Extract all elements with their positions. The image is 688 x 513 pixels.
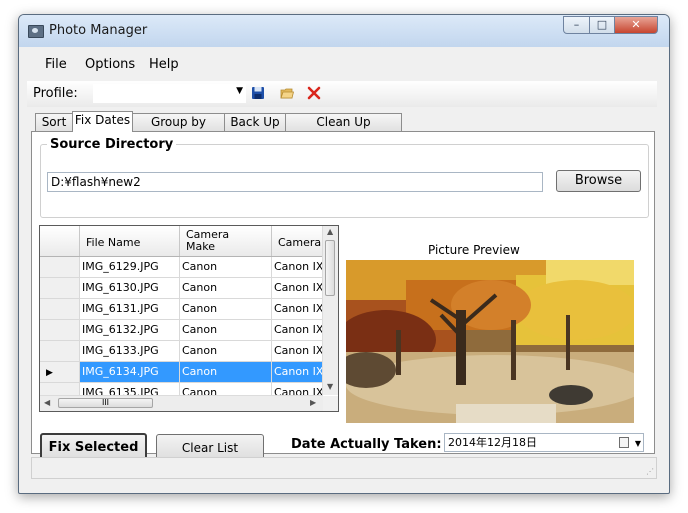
delete-icon[interactable]: [307, 86, 321, 100]
column-label: File Name: [86, 236, 141, 249]
cell-camera-make[interactable]: Canon: [180, 299, 272, 319]
horizontal-scrollbar[interactable]: ◀ III ▶: [40, 395, 323, 411]
tab-back-up[interactable]: Back Up: [224, 113, 286, 131]
profile-label: Profile:: [33, 86, 78, 101]
vertical-scroll-thumb[interactable]: [325, 240, 335, 296]
menu-help[interactable]: Help: [149, 57, 179, 72]
date-taken-label: Date Actually Taken:: [291, 437, 442, 452]
cell-camera-make[interactable]: Canon: [180, 362, 272, 382]
current-row-arrow-icon: ▶: [46, 368, 53, 378]
table-row[interactable]: IMG_6132.JPG Canon Canon IX: [40, 320, 323, 341]
scroll-down-icon[interactable]: ▼: [327, 382, 333, 391]
scroll-right-icon[interactable]: ▶: [310, 398, 316, 407]
source-directory-group: Source Directory D:¥flash¥new2 Browse: [40, 137, 649, 218]
row-header[interactable]: [40, 299, 80, 319]
app-window: Photo Manager – □ ✕ File Options Help Pr…: [18, 14, 670, 494]
row-header[interactable]: [40, 320, 80, 340]
tab-fix-dates[interactable]: Fix Dates: [72, 111, 133, 132]
cell-camera-model[interactable]: Canon IX: [272, 362, 323, 382]
grid-header: File Name Camera Make Camera: [40, 226, 323, 257]
source-path-input[interactable]: D:¥flash¥new2: [47, 172, 543, 192]
picture-preview-image: [346, 260, 634, 423]
column-label: Camera: [278, 236, 322, 249]
app-camera-icon: [28, 25, 44, 38]
scroll-left-icon[interactable]: ◀: [44, 398, 50, 407]
scroll-corner: [323, 396, 338, 411]
cell-file-name[interactable]: IMG_6134.JPG: [80, 362, 180, 382]
browse-button[interactable]: Browse: [556, 170, 641, 192]
column-label: Camera Make: [186, 228, 230, 253]
cell-camera-make[interactable]: Canon: [180, 341, 272, 361]
cell-camera-model[interactable]: Canon IX: [272, 341, 323, 361]
date-taken-value: 2014年12月18日: [448, 436, 537, 449]
source-directory-title: Source Directory: [47, 137, 177, 152]
resize-grip-icon[interactable]: ⋰: [646, 467, 654, 476]
column-file-name[interactable]: File Name: [80, 226, 180, 256]
table-row[interactable]: ▶ IMG_6134.JPG Canon Canon IX: [40, 362, 323, 383]
column-camera-model[interactable]: Camera: [272, 226, 323, 256]
cell-file-name[interactable]: IMG_6130.JPG: [80, 278, 180, 298]
open-folder-icon[interactable]: [280, 86, 294, 100]
cell-file-name[interactable]: IMG_6133.JPG: [80, 341, 180, 361]
save-icon[interactable]: [251, 86, 265, 100]
row-header[interactable]: [40, 278, 80, 298]
tab-group-by-event[interactable]: Group by Event: [132, 113, 225, 146]
table-row[interactable]: IMG_6130.JPG Canon Canon IX: [40, 278, 323, 299]
menu-options[interactable]: Options: [85, 57, 135, 72]
row-header[interactable]: ▶: [40, 362, 80, 382]
scroll-grip: III: [101, 398, 110, 407]
table-row[interactable]: IMG_6131.JPG Canon Canon IX: [40, 299, 323, 320]
title-bar[interactable]: Photo Manager – □ ✕: [19, 15, 669, 47]
cell-camera-model[interactable]: Canon IX: [272, 278, 323, 298]
horizontal-scroll-thumb[interactable]: III: [58, 398, 153, 408]
chevron-down-icon: ▼: [236, 86, 243, 96]
tab-sort[interactable]: Sort: [35, 113, 73, 131]
cell-file-name[interactable]: IMG_6129.JPG: [80, 257, 180, 277]
profile-dropdown[interactable]: ▼: [93, 84, 246, 103]
chevron-down-icon[interactable]: ▼: [635, 435, 641, 452]
toolbar: Profile: ▼: [27, 81, 657, 107]
scroll-up-icon[interactable]: ▲: [327, 227, 333, 236]
column-camera-make[interactable]: Camera Make: [180, 226, 272, 256]
calendar-icon[interactable]: [619, 437, 629, 448]
status-bar: ⋰: [31, 457, 657, 479]
menu-bar: File Options Help: [27, 53, 657, 77]
row-header[interactable]: [40, 257, 80, 277]
cell-file-name[interactable]: IMG_6131.JPG: [80, 299, 180, 319]
cell-camera-make[interactable]: Canon: [180, 278, 272, 298]
file-grid[interactable]: File Name Camera Make Camera IMG_6129.JP…: [39, 225, 339, 412]
minimize-button[interactable]: –: [563, 16, 590, 34]
close-button[interactable]: ✕: [614, 16, 658, 34]
tab-clean-up-duplicates[interactable]: Clean Up Duplicates: [285, 113, 402, 146]
vertical-scrollbar[interactable]: ▲ ▼: [322, 226, 338, 395]
cell-file-name[interactable]: IMG_6132.JPG: [80, 320, 180, 340]
row-header[interactable]: [40, 341, 80, 361]
picture-preview-label: Picture Preview: [428, 243, 520, 257]
fix-dates-panel: Source Directory D:¥flash¥new2 Browse Fi…: [31, 131, 655, 463]
cell-camera-model[interactable]: Canon IX: [272, 299, 323, 319]
date-taken-picker[interactable]: 2014年12月18日 ▼: [444, 433, 644, 452]
menu-file[interactable]: File: [45, 57, 67, 72]
row-header-column: [40, 226, 80, 256]
cell-camera-model[interactable]: Canon IX: [272, 320, 323, 340]
cell-camera-make[interactable]: Canon: [180, 257, 272, 277]
table-row[interactable]: IMG_6133.JPG Canon Canon IX: [40, 341, 323, 362]
cell-camera-make[interactable]: Canon: [180, 320, 272, 340]
cell-camera-model[interactable]: Canon IX: [272, 257, 323, 277]
window-title: Photo Manager: [49, 23, 148, 38]
maximize-button[interactable]: □: [589, 16, 615, 34]
table-row[interactable]: IMG_6129.JPG Canon Canon IX: [40, 257, 323, 278]
